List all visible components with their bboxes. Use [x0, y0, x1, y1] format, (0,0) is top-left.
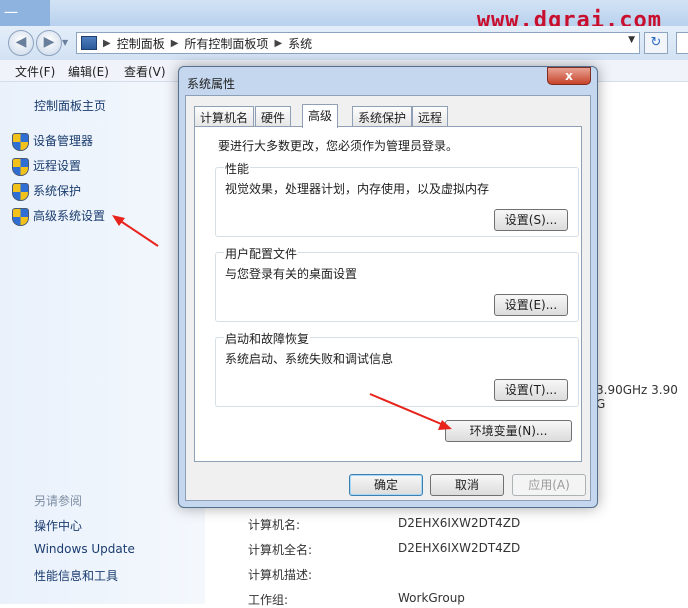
- action-center-link[interactable]: 操作中心: [34, 517, 82, 534]
- dialog-title: 系统属性: [187, 77, 236, 91]
- advanced-system-settings-link[interactable]: 高级系统设置: [12, 207, 106, 226]
- apply-button[interactable]: 应用(A): [512, 474, 586, 496]
- cancel-button[interactable]: 取消: [430, 474, 504, 496]
- uac-shield-icon: [12, 207, 29, 226]
- workgroup-label: 工作组:: [248, 593, 289, 607]
- uac-shield-icon: [12, 182, 29, 201]
- remote-settings-link[interactable]: 远程设置: [12, 157, 82, 176]
- full-computer-name-value: D2EHX6IXW2DT4ZD: [398, 541, 521, 555]
- forward-arrow-icon: ▶: [43, 34, 55, 50]
- tab-computer-name[interactable]: 计算机名: [194, 106, 255, 126]
- search-input[interactable]: [676, 32, 688, 54]
- cpu-speed-text: 3.90GHz 3.90 G: [596, 383, 678, 411]
- breadcrumb-all-items[interactable]: 所有控制面板项: [184, 35, 268, 52]
- startup-recovery-title: 启动和故障恢复: [224, 330, 311, 347]
- forward-button[interactable]: ▶: [36, 30, 62, 56]
- back-button[interactable]: ◀: [8, 30, 34, 56]
- tab-advanced[interactable]: 高级: [302, 104, 339, 128]
- history-dropdown-icon[interactable]: ▼: [62, 38, 68, 47]
- system-protection-label: 系统保护: [33, 184, 82, 198]
- tab-remote[interactable]: 远程: [412, 106, 449, 126]
- performance-group: 性能 视觉效果，处理器计划，内存使用，以及虚拟内存 设置(S)...: [215, 160, 579, 237]
- control-panel-icon: [81, 36, 97, 50]
- computer-name-label: 计算机名:: [248, 518, 301, 532]
- see-also-heading: 另请参阅: [34, 494, 83, 508]
- window-title: 一: [0, 0, 50, 26]
- annotation-arrow-icon: [112, 215, 159, 247]
- windows-update-link[interactable]: Windows Update: [34, 542, 135, 556]
- dialog-close-button[interactable]: x: [547, 67, 591, 85]
- computer-name-value: D2EHX6IXW2DT4ZD: [398, 516, 521, 530]
- system-protection-link[interactable]: 系统保护: [12, 182, 82, 201]
- performance-title: 性能: [224, 160, 251, 177]
- user-profiles-group: 用户配置文件 与您登录有关的桌面设置 设置(E)...: [215, 245, 579, 322]
- menu-edit[interactable]: 编辑(E): [68, 63, 109, 80]
- ok-button[interactable]: 确定: [349, 474, 423, 496]
- startup-recovery-description: 系统启动、系统失败和调试信息: [225, 352, 394, 366]
- breadcrumb-control-panel[interactable]: 控制面板: [117, 35, 165, 52]
- breadcrumb-separator-icon[interactable]: ▶: [103, 38, 111, 49]
- admin-notice: 要进行大多数更改，您必须作为管理员登录。: [218, 139, 459, 153]
- user-profiles-settings-button[interactable]: 设置(E)...: [494, 294, 568, 316]
- address-bar-row: ◀ ▶ ▼ ▶ 控制面板 ▶ 所有控制面板项 ▶ 系统 ▼ ↻: [0, 26, 688, 60]
- performance-settings-button[interactable]: 设置(S)...: [494, 209, 568, 231]
- workgroup-value: WorkGroup: [398, 591, 465, 605]
- remote-settings-label: 远程设置: [33, 159, 82, 173]
- device-manager-link[interactable]: 设备管理器: [12, 132, 94, 151]
- address-bar[interactable]: ▶ 控制面板 ▶ 所有控制面板项 ▶ 系统 ▼: [76, 32, 640, 54]
- breadcrumb-system[interactable]: 系统: [288, 35, 312, 52]
- refresh-icon: ↻: [650, 35, 662, 50]
- device-manager-label: 设备管理器: [33, 134, 94, 148]
- annotation-arrow-icon: [369, 393, 452, 430]
- startup-recovery-settings-button[interactable]: 设置(T)...: [494, 379, 568, 401]
- breadcrumb-separator-icon[interactable]: ▶: [171, 38, 179, 49]
- breadcrumb-separator-icon[interactable]: ▶: [274, 38, 282, 49]
- tab-system-protection[interactable]: 系统保护: [352, 106, 413, 126]
- close-icon: x: [565, 69, 573, 83]
- uac-shield-icon: [12, 157, 29, 176]
- performance-tools-link[interactable]: 性能信息和工具: [34, 567, 118, 584]
- window-titlebar: 一 www.dgrai.com: [0, 0, 688, 33]
- user-profiles-description: 与您登录有关的桌面设置: [225, 267, 358, 281]
- dialog-body: 计算机名 硬件 高级 系统保护 远程 要进行大多数更改，您必须作为管理员登录。 …: [185, 95, 591, 501]
- control-panel-home-link[interactable]: 控制面板主页: [34, 97, 106, 114]
- system-properties-dialog: 系统属性 x 计算机名 硬件 高级 系统保护 远程 要进行大多数更改，您必须作为…: [178, 66, 598, 508]
- user-profiles-title: 用户配置文件: [224, 245, 299, 262]
- tab-hardware[interactable]: 硬件: [255, 106, 292, 126]
- address-dropdown-icon[interactable]: ▼: [628, 35, 635, 45]
- uac-shield-icon: [12, 132, 29, 151]
- full-computer-name-label: 计算机全名:: [248, 543, 313, 557]
- advanced-system-settings-label: 高级系统设置: [33, 209, 106, 223]
- menu-file[interactable]: 文件(F): [15, 63, 55, 80]
- left-task-pane: 控制面板主页 设备管理器 远程设置 系统保护 高级系统设置 另请参阅 操作中心 …: [0, 82, 205, 604]
- menu-view[interactable]: 查看(V): [124, 63, 166, 80]
- refresh-button[interactable]: ↻: [644, 32, 668, 54]
- back-arrow-icon: ◀: [15, 34, 27, 50]
- performance-description: 视觉效果，处理器计划，内存使用，以及虚拟内存: [225, 182, 490, 196]
- environment-variables-button[interactable]: 环境变量(N)...: [445, 420, 572, 442]
- computer-description-label: 计算机描述:: [248, 568, 313, 582]
